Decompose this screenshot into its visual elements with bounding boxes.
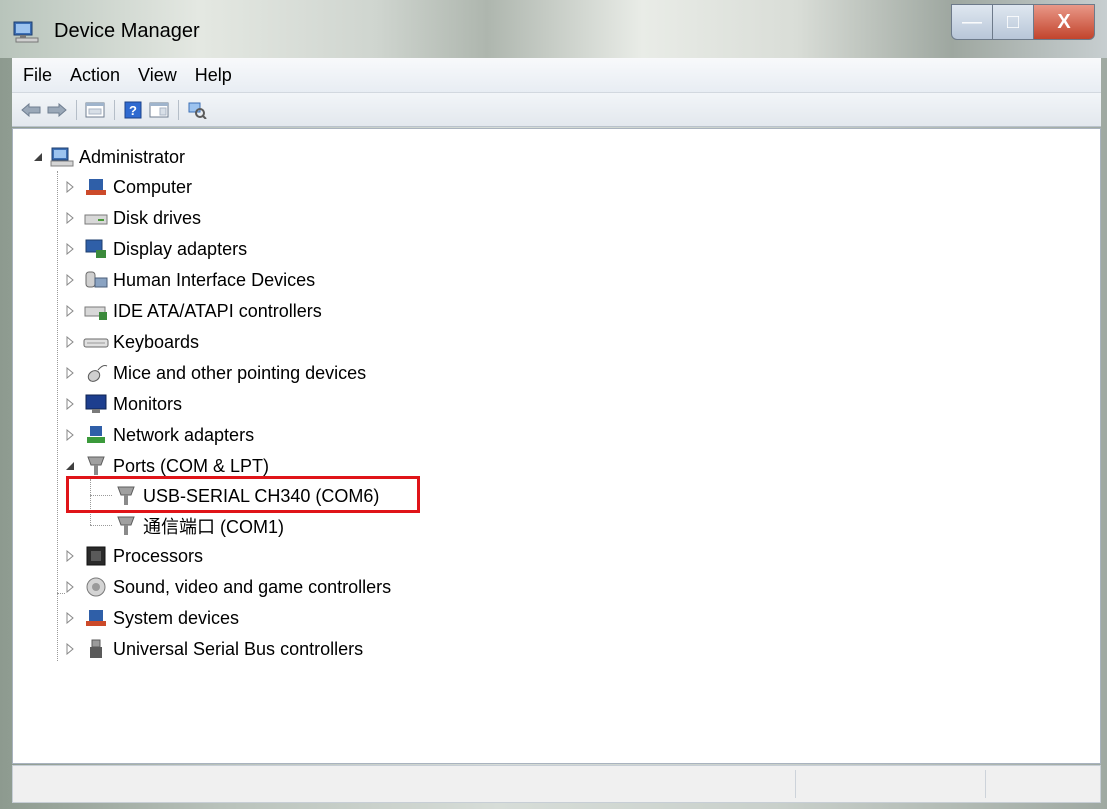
title-bar[interactable]: Device Manager — □ X <box>0 0 1107 58</box>
ide-controller-icon <box>84 306 107 320</box>
highlight-box <box>66 476 420 513</box>
minimize-button[interactable]: — <box>951 4 993 40</box>
help-button[interactable]: ? <box>122 99 144 121</box>
expand-arrow-icon <box>66 429 74 441</box>
tree-item-label: Monitors <box>113 393 183 414</box>
tree-item-label: Processors <box>113 545 204 566</box>
maximize-icon: □ <box>1006 10 1020 33</box>
expand-arrow-icon <box>66 367 74 379</box>
tree-item-network-adapters[interactable]: Network adapters <box>65 421 254 449</box>
device-manager-window: Device Manager — □ X File Action View He… <box>0 0 1107 809</box>
tree-item-label: Human Interface Devices <box>113 269 316 290</box>
close-button[interactable]: X <box>1034 4 1095 40</box>
window-title: Device Manager <box>54 20 200 42</box>
tree-item-label: Display adapters <box>113 238 248 259</box>
expand-arrow-icon <box>66 274 74 286</box>
tree-item-computer[interactable]: Computer <box>65 173 192 201</box>
tree-item-disk-drives[interactable]: Disk drives <box>65 204 201 232</box>
tree-item-human-interface-devices[interactable]: Human Interface Devices <box>65 266 315 294</box>
tree-item-label: System devices <box>113 607 240 628</box>
speaker-icon <box>86 577 106 597</box>
tree-item-ide-ata-atapi-controllers[interactable]: IDE ATA/ATAPI controllers <box>65 297 322 325</box>
tree-item-system-devices[interactable]: System devices <box>65 604 239 632</box>
collapse-arrow-icon <box>34 153 42 161</box>
tree-item-label: Universal Serial Bus controllers <box>113 638 364 659</box>
help-icon: ? <box>124 101 142 118</box>
computer-icon <box>50 147 74 167</box>
mouse-icon <box>87 365 108 382</box>
menu-action[interactable]: Action <box>63 65 127 86</box>
tree-item-monitors[interactable]: Monitors <box>65 390 182 418</box>
scan-hardware-button[interactable] <box>186 99 208 121</box>
scan-hardware-icon <box>188 102 207 119</box>
expand-arrow-icon <box>66 550 74 562</box>
close-icon: X <box>1057 10 1071 33</box>
menu-file[interactable]: File <box>16 65 59 86</box>
tree-item-label: Computer <box>113 176 193 197</box>
expand-arrow-icon <box>66 336 74 348</box>
keyboard-icon <box>83 338 109 348</box>
tree-item-mice-and-other-pointing-devices[interactable]: Mice and other pointing devices <box>65 359 366 387</box>
properties-button[interactable] <box>84 99 106 121</box>
forward-button[interactable] <box>46 99 68 121</box>
port-connector-icon <box>117 516 135 535</box>
menu-help[interactable]: Help <box>188 65 239 86</box>
tree-item-label: Network adapters <box>113 424 255 445</box>
tree-item-keyboards[interactable]: Keyboards <box>65 328 199 356</box>
system-device-icon <box>86 610 106 626</box>
back-icon <box>21 102 41 117</box>
minimize-icon: — <box>962 10 982 33</box>
expand-arrow-icon <box>66 398 74 410</box>
disk-drive-icon <box>84 214 108 225</box>
expand-arrow-icon <box>66 581 74 593</box>
tree-root-label: Administrator <box>79 146 186 167</box>
properties-icon <box>85 102 105 117</box>
usb-plug-icon <box>90 639 102 658</box>
collapse-arrow-icon <box>66 462 74 470</box>
display-adapter-icon <box>85 239 106 258</box>
expand-arrow-icon <box>66 305 74 317</box>
show-hidden-icon <box>149 102 169 117</box>
tree-item-label: Keyboards <box>113 331 200 352</box>
device-tree: Administrator Computer Disk drives Displ… <box>12 128 1101 764</box>
device-manager-app-icon <box>13 21 39 43</box>
toolbar: ? <box>12 93 1101 127</box>
tree-item-label: Disk drives <box>113 207 202 228</box>
svg-text:?: ? <box>129 103 137 118</box>
tree-root-administrator[interactable]: Administrator <box>33 143 185 171</box>
network-adapter-icon <box>87 426 105 443</box>
expand-arrow-icon <box>66 612 74 624</box>
tree-item-label: IDE ATA/ATAPI controllers <box>113 300 322 321</box>
show-hidden-button[interactable] <box>148 99 170 121</box>
tree-item-label: Sound, video and game controllers <box>113 576 392 597</box>
tree-item-universal-serial-bus-controllers[interactable]: Universal Serial Bus controllers <box>65 635 363 663</box>
tree-item-display-adapters[interactable]: Display adapters <box>65 235 247 263</box>
menu-view[interactable]: View <box>131 65 184 86</box>
tree-item-label: 通信端口 (COM1) <box>143 517 284 537</box>
expand-arrow-icon <box>66 212 74 224</box>
expand-arrow-icon <box>66 181 74 193</box>
processor-icon <box>86 546 106 566</box>
status-bar <box>12 765 1101 803</box>
tree-item-processors[interactable]: Processors <box>65 542 203 570</box>
tree-item-sound-video-game-controllers[interactable]: Sound, video and game controllers <box>65 573 391 601</box>
menu-bar: File Action View Help <box>12 58 1101 93</box>
tree-item-label: Mice and other pointing devices <box>113 362 367 383</box>
expand-arrow-icon <box>66 243 74 255</box>
port-connector-icon <box>87 456 105 475</box>
computer-category-icon <box>86 179 106 195</box>
tree-item-com1-port[interactable]: 通信端口 (COM1) <box>113 512 284 540</box>
tree-item-label: Ports (COM & LPT) <box>113 455 270 476</box>
back-button[interactable] <box>20 99 42 121</box>
expand-arrow-icon <box>66 643 74 655</box>
maximize-button[interactable]: □ <box>993 4 1034 40</box>
forward-icon <box>47 102 67 117</box>
hid-icon <box>85 271 108 288</box>
monitor-icon <box>85 394 107 413</box>
